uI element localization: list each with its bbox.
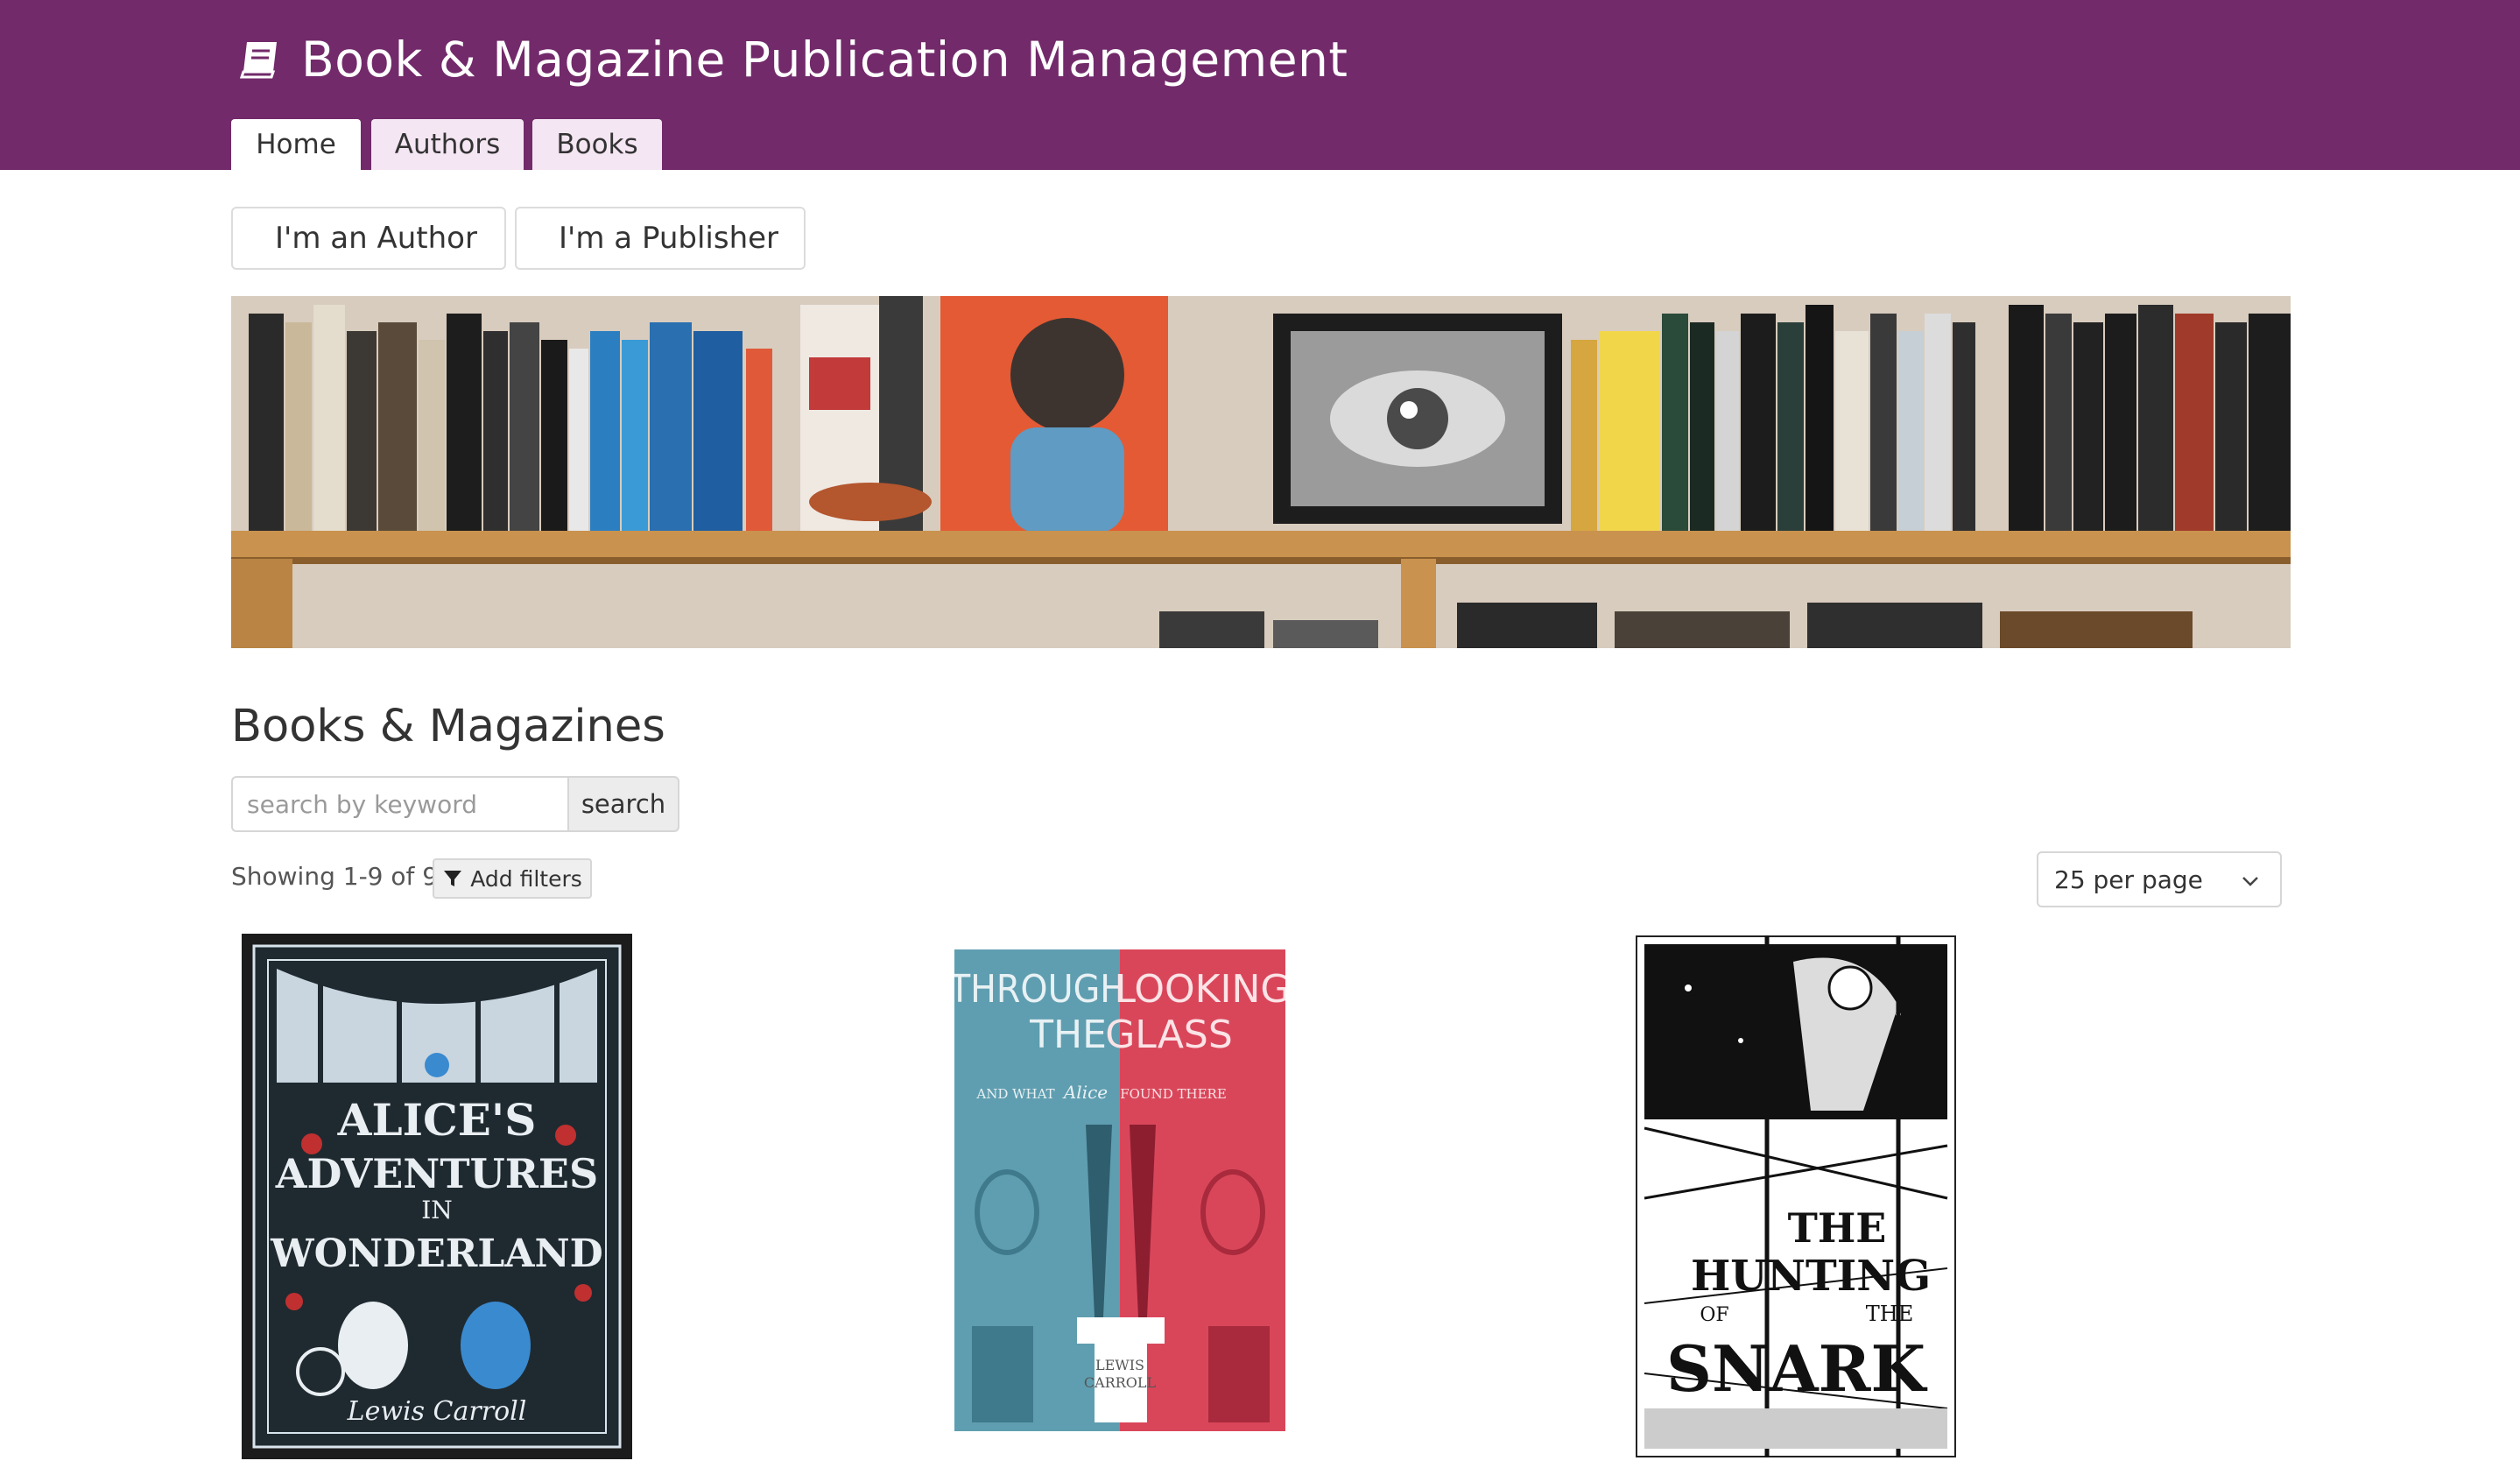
- add-filters-button[interactable]: Add filters: [433, 858, 592, 899]
- filter-icon: [444, 871, 462, 886]
- cover-title-line-4: WONDERLAND: [270, 1231, 603, 1276]
- cover-subtitle-alice: Alice: [1062, 1082, 1108, 1103]
- cover-author: Lewis Carroll: [347, 1396, 527, 1427]
- tab-authors[interactable]: Authors: [371, 119, 524, 170]
- tab-home[interactable]: Home: [231, 119, 361, 170]
- cover-title-line-2: ADVENTURES: [275, 1150, 598, 1197]
- book-cover-hunting-of-the-snark[interactable]: THE HUNTING OF THE SNARK: [1636, 935, 1956, 1457]
- cover-title-left-2: THE: [1029, 1013, 1107, 1057]
- cover-title-line-4: THE: [1866, 1302, 1913, 1326]
- tab-home-label: Home: [256, 129, 336, 160]
- cover-title-line-2: HUNTING: [1691, 1252, 1931, 1301]
- cover-subtitle-left: AND WHAT: [975, 1086, 1054, 1102]
- per-page-value: 25 per page: [2054, 864, 2203, 894]
- cover-subtitle-right: FOUND THERE: [1120, 1086, 1227, 1102]
- cover-title-left-1: THROUGH: [954, 967, 1126, 1012]
- cover-title-line-3: IN: [421, 1196, 453, 1224]
- tab-books[interactable]: Books: [532, 119, 662, 170]
- app-title: Book & Magazine Publication Management: [301, 32, 1348, 88]
- book-icon: [239, 42, 277, 79]
- cover-author-1: LEWIS: [1095, 1357, 1144, 1373]
- chevron-down-icon: [2242, 877, 2258, 886]
- brand[interactable]: Book & Magazine Publication Management: [238, 25, 1348, 95]
- cover-title-right-1: LOOKING: [1114, 967, 1285, 1012]
- tab-books-label: Books: [556, 129, 638, 160]
- bookshelf-banner-image: [231, 296, 2291, 648]
- cover-title-line-1: ALICE'S: [337, 1094, 537, 1146]
- search-input[interactable]: [231, 776, 567, 832]
- search-button[interactable]: search: [567, 776, 679, 832]
- add-filters-label: Add filters: [470, 865, 582, 892]
- cover-author-2: CARROLL: [1084, 1374, 1157, 1391]
- book-cover-alices-adventures[interactable]: ALICE'S ADVENTURES IN WONDERLAND Lewis C…: [242, 934, 632, 1459]
- publisher-role-label: I'm a Publisher: [559, 221, 779, 256]
- app-header: Book & Magazine Publication Management H…: [0, 0, 2520, 170]
- author-role-label: I'm an Author: [275, 221, 477, 256]
- cover-title-right-2: GLASS: [1105, 1013, 1233, 1057]
- tab-authors-label: Authors: [394, 129, 501, 160]
- section-title: Books & Magazines: [231, 701, 665, 752]
- cover-title-line-1: THE: [1788, 1204, 1887, 1252]
- per-page-select[interactable]: 25 per page: [2037, 851, 2282, 907]
- book-cover-through-the-looking-glass[interactable]: THROUGH THE LOOKING GLASS AND WHAT Alice…: [954, 949, 1285, 1431]
- cover-title-line-5: SNARK: [1666, 1331, 1928, 1406]
- author-role-button[interactable]: I'm an Author: [231, 207, 506, 270]
- search-bar: search: [231, 776, 679, 832]
- publisher-role-button[interactable]: I'm a Publisher: [515, 207, 806, 270]
- cover-title-line-3: OF: [1700, 1304, 1728, 1326]
- results-count: Showing 1-9 of 9: [231, 862, 439, 891]
